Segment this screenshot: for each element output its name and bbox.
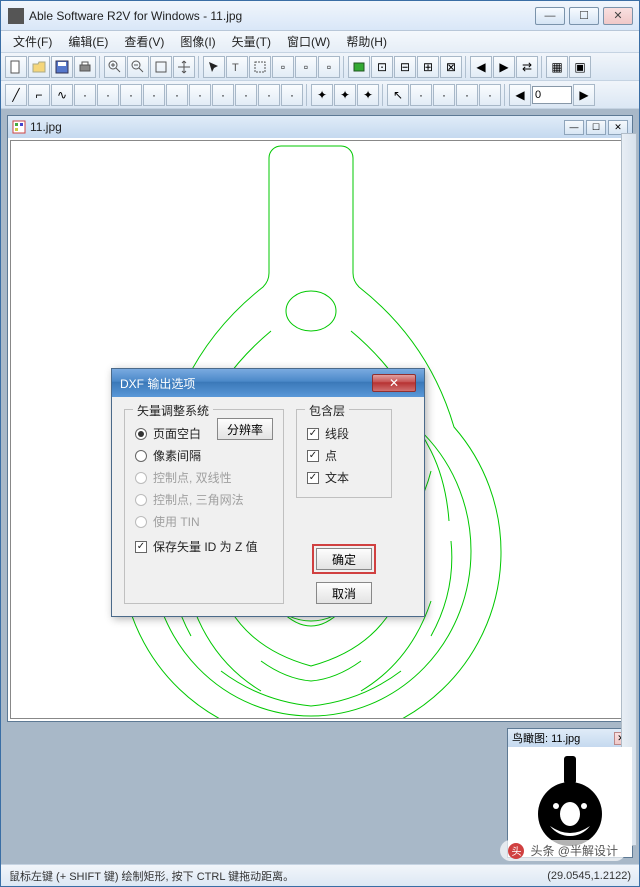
- menu-edit[interactable]: 编辑(E): [60, 31, 116, 52]
- tb2-anchor-b-icon[interactable]: ✦: [334, 84, 356, 106]
- tb-pointer-icon[interactable]: [203, 56, 225, 78]
- check-line[interactable]: 线段: [307, 425, 381, 442]
- tb-new-icon[interactable]: [5, 56, 27, 78]
- tb-arrow-left-icon[interactable]: ◀: [470, 56, 492, 78]
- tb-text-icon[interactable]: T: [226, 56, 248, 78]
- tb-zoom-fit-icon[interactable]: [150, 56, 172, 78]
- tb-tool-c-icon[interactable]: ▫: [318, 56, 340, 78]
- tb-rect-select-icon[interactable]: [249, 56, 271, 78]
- vector-adjust-group: 矢量调整系统 分辨率 页面空白 像素间隔 控制点, 双线性 控制点, 三角网法 …: [124, 409, 284, 604]
- dialog-close-button[interactable]: ✕: [372, 374, 416, 392]
- menubar: 文件(F) 编辑(E) 查看(V) 图像(I) 矢量(T) 窗口(W) 帮助(H…: [1, 31, 639, 53]
- tb-save-icon[interactable]: [51, 56, 73, 78]
- tb-node-b-icon[interactable]: ⊟: [394, 56, 416, 78]
- main-titlebar: Able Software R2V for Windows - 11.jpg —…: [1, 1, 639, 31]
- check-text[interactable]: 文本: [307, 469, 381, 486]
- tb2-e-icon[interactable]: ·: [166, 84, 188, 106]
- tb-layer-icon[interactable]: ▣: [569, 56, 591, 78]
- dxf-export-dialog: DXF 输出选项 ✕ 矢量调整系统 分辨率 页面空白 像素间隔 控制点, 双线性…: [111, 368, 425, 617]
- check-save-vector-id[interactable]: 保存矢量 ID 为 Z 值: [135, 538, 273, 555]
- tb2-k-icon[interactable]: ·: [410, 84, 432, 106]
- tb2-d-icon[interactable]: ·: [143, 84, 165, 106]
- tb2-line-icon[interactable]: ╱: [5, 84, 27, 106]
- check-point[interactable]: 点: [307, 447, 381, 464]
- tb2-anchor-c-icon[interactable]: ✦: [357, 84, 379, 106]
- statusbar: 鼠标左键 (+ SHIFT 键) 绘制矩形, 按下 CTRL 键拖动距离。 (2…: [1, 864, 639, 886]
- tb2-m-icon[interactable]: ·: [456, 84, 478, 106]
- doc-maximize-button[interactable]: ☐: [586, 120, 606, 135]
- status-coords: (29.0545,1.2122): [547, 870, 631, 882]
- doc-minimize-button[interactable]: —: [564, 120, 584, 135]
- radio-ctrl-tin: 控制点, 三角网法: [135, 491, 273, 508]
- tb-arrow-right-icon[interactable]: ▶: [493, 56, 515, 78]
- watermark-text: 头条 @半解设计: [530, 842, 618, 859]
- cancel-button[interactable]: 取消: [316, 582, 372, 604]
- resolution-button[interactable]: 分辨率: [217, 418, 273, 440]
- toolbar-row-2: ╱ ⌐ ∿ · · · · · · · · · · ✦ ✦ ✦ ↖ · · · …: [1, 81, 639, 109]
- tb-node-c-icon[interactable]: ⊞: [417, 56, 439, 78]
- tb-arrows-icon[interactable]: ⇄: [516, 56, 538, 78]
- tb2-n-icon[interactable]: ·: [479, 84, 501, 106]
- tb-grid-icon[interactable]: ▦: [546, 56, 568, 78]
- tb2-j-icon[interactable]: ·: [281, 84, 303, 106]
- dialog-title: DXF 输出选项: [120, 375, 372, 392]
- app-icon: [8, 8, 24, 24]
- tb-print-icon[interactable]: [74, 56, 96, 78]
- tb-zoom-out-icon[interactable]: [127, 56, 149, 78]
- ok-button-highlight: 确定: [312, 544, 376, 574]
- tb-node-d-icon[interactable]: ⊠: [440, 56, 462, 78]
- watermark-icon: 头: [508, 843, 524, 859]
- app-title: Able Software R2V for Windows - 11.jpg: [29, 9, 535, 23]
- include-layer-legend: 包含层: [305, 402, 349, 419]
- maximize-button[interactable]: ☐: [569, 7, 599, 25]
- vertical-scrollbar[interactable]: [621, 133, 637, 846]
- tb2-value-field[interactable]: 0: [532, 86, 572, 104]
- tb2-anchor-a-icon[interactable]: ✦: [311, 84, 333, 106]
- menu-vector[interactable]: 矢量(T): [224, 31, 279, 52]
- tb2-num-next-icon[interactable]: ▶: [573, 84, 595, 106]
- radio-use-tin: 使用 TIN: [135, 513, 273, 530]
- minimize-button[interactable]: —: [535, 7, 565, 25]
- watermark: 头 头条 @半解设计: [500, 840, 626, 861]
- tb2-a-icon[interactable]: ·: [74, 84, 96, 106]
- menu-image[interactable]: 图像(I): [172, 31, 223, 52]
- tb2-h-icon[interactable]: ·: [235, 84, 257, 106]
- doc-title: 11.jpg: [30, 120, 564, 134]
- tb-zoom-in-icon[interactable]: [104, 56, 126, 78]
- doc-icon: [12, 120, 26, 134]
- tb-tool-b-icon[interactable]: ▫: [295, 56, 317, 78]
- status-hint: 鼠标左键 (+ SHIFT 键) 绘制矩形, 按下 CTRL 键拖动距离。: [9, 868, 547, 884]
- tb2-num-prev-icon[interactable]: ◀: [509, 84, 531, 106]
- radio-pixel-interval[interactable]: 像素间隔: [135, 447, 273, 464]
- svg-text:T: T: [232, 62, 239, 74]
- thumbnail-title: 鸟瞰图: 11.jpg: [512, 730, 580, 746]
- tb-tool-a-icon[interactable]: ▫: [272, 56, 294, 78]
- menu-file[interactable]: 文件(F): [5, 31, 60, 52]
- tb2-b-icon[interactable]: ·: [97, 84, 119, 106]
- tb2-cursor-icon[interactable]: ↖: [387, 84, 409, 106]
- tb-pan-icon[interactable]: [173, 56, 195, 78]
- tb-open-icon[interactable]: [28, 56, 50, 78]
- tb2-i-icon[interactable]: ·: [258, 84, 280, 106]
- thumbnail-window: 鸟瞰图: 11.jpg ✕: [507, 728, 633, 858]
- tb-rect-icon[interactable]: [348, 56, 370, 78]
- close-button[interactable]: ✕: [603, 7, 633, 25]
- tb2-g-icon[interactable]: ·: [212, 84, 234, 106]
- menu-window[interactable]: 窗口(W): [279, 31, 338, 52]
- tb2-poly-icon[interactable]: ⌐: [28, 84, 50, 106]
- tb2-curve-icon[interactable]: ∿: [51, 84, 73, 106]
- radio-ctrl-bilinear: 控制点, 双线性: [135, 469, 273, 486]
- tb2-l-icon[interactable]: ·: [433, 84, 455, 106]
- include-layer-group: 包含层 线段 点 文本: [296, 409, 392, 498]
- menu-view[interactable]: 查看(V): [116, 31, 172, 52]
- vector-adjust-legend: 矢量调整系统: [133, 402, 213, 419]
- menu-help[interactable]: 帮助(H): [338, 31, 395, 52]
- tb2-c-icon[interactable]: ·: [120, 84, 142, 106]
- ok-button[interactable]: 确定: [316, 548, 372, 570]
- toolbar-row-1: T ▫ ▫ ▫ ⊡ ⊟ ⊞ ⊠ ◀ ▶ ⇄ ▦ ▣: [1, 53, 639, 81]
- tb2-f-icon[interactable]: ·: [189, 84, 211, 106]
- tb-node-a-icon[interactable]: ⊡: [371, 56, 393, 78]
